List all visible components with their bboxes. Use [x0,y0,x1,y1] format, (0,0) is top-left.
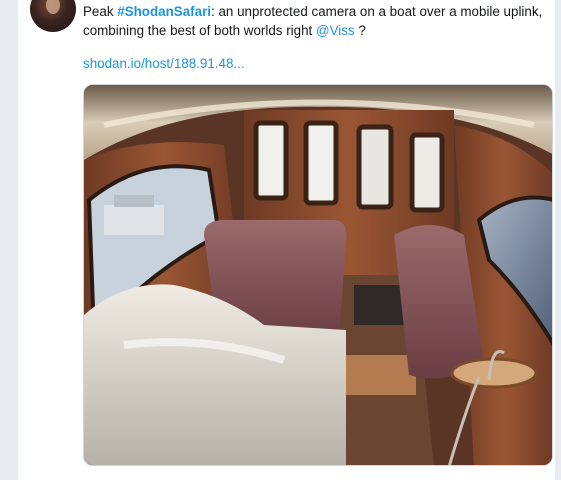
tweet-media-photo[interactable] [83,84,553,466]
hashtag-link[interactable]: #ShodanSafari [117,4,211,19]
avatar-face [46,0,60,14]
timeline-left-border [0,0,18,480]
shodan-host-link[interactable]: shodan.io/host/188.91.48... [83,56,245,71]
user-avatar[interactable] [30,0,76,32]
tweet-text-suffix: ? [354,23,366,38]
boat-cabin-photo [84,85,552,465]
side-table [450,357,538,389]
tweet-text-prefix: Peak [83,4,118,19]
timeline-right-border [555,0,561,480]
mention-link[interactable]: @Viss [316,23,355,38]
floor-mat [354,285,404,325]
tweet-text: Peak #ShodanSafari: an unprotected camer… [83,2,543,40]
